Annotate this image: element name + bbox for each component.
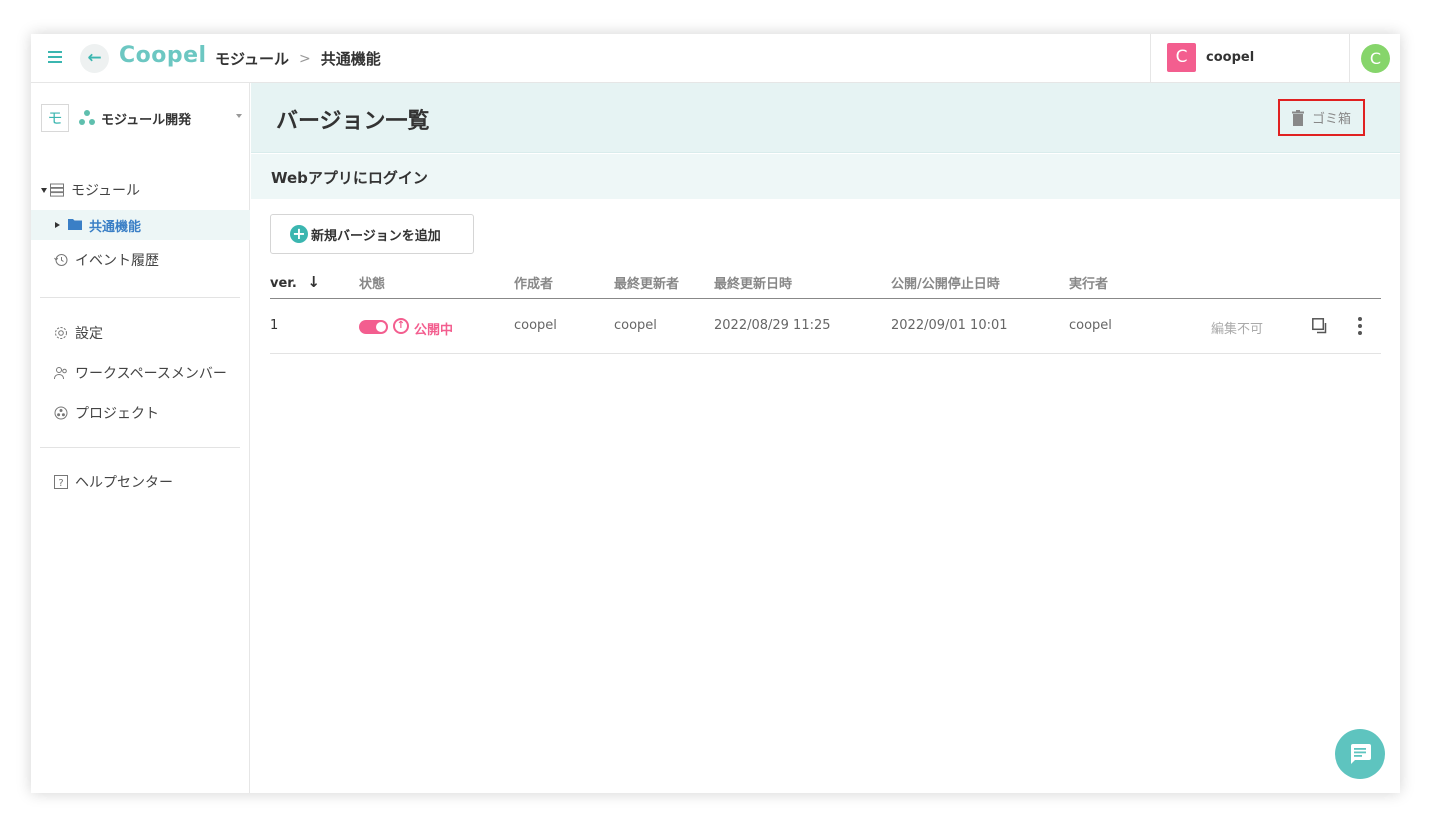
breadcrumb-item-module[interactable]: モジュール — [215, 48, 289, 69]
svg-text:?: ? — [58, 478, 63, 489]
app-window: ← Coopel モジュール > 共通機能 C coopel C モ モジュール… — [31, 34, 1400, 793]
trash-icon — [1291, 109, 1304, 126]
workspace-avatar: C — [1167, 43, 1196, 72]
page-header: バージョン一覧 ゴミ箱 — [251, 83, 1400, 153]
sidebar-item-settings[interactable]: 設定 — [31, 318, 250, 348]
plus-circle-icon: + — [290, 225, 308, 243]
sidebar-item-label: モジュール — [71, 183, 141, 199]
chat-icon — [1351, 744, 1371, 764]
column-header-updater: 最終更新者 — [614, 277, 680, 292]
page-title: バージョン一覧 — [276, 109, 430, 134]
caret-right-icon — [55, 222, 60, 228]
main-content: バージョン一覧 ゴミ箱 Webアプリにログイン + 新規バージョンを追加 ver… — [251, 83, 1400, 793]
status-badge: 公開中 — [414, 323, 454, 338]
breadcrumb-item-current: 共通機能 — [320, 50, 381, 68]
workspace-switcher[interactable]: C coopel — [1150, 34, 1350, 83]
sidebar-divider — [40, 447, 240, 448]
sidebar-item-label: ヘルプセンター — [75, 475, 173, 491]
sidebar-divider — [40, 297, 240, 298]
caret-down-icon — [41, 187, 47, 193]
sidebar-item-label: プロジェクト — [75, 406, 159, 422]
sidebar-item-label: 共通機能 — [89, 219, 142, 235]
back-button[interactable]: ← — [80, 44, 109, 73]
project-cluster-icon — [79, 110, 96, 126]
edit-state-label: 編集不可 — [1211, 322, 1264, 337]
module-header: Webアプリにログイン — [251, 154, 1400, 199]
upload-circle-icon: ↑ — [393, 318, 409, 334]
sort-arrow-down-icon[interactable]: ↓ — [307, 273, 320, 291]
add-version-label: 新規バージョンを追加 — [311, 228, 441, 244]
cell-executor: coopel — [1069, 318, 1112, 333]
cell-ver: 1 — [270, 318, 279, 333]
more-vertical-icon[interactable] — [1358, 317, 1362, 335]
table-header: ver. ↓ 状態 作成者 最終更新者 最終更新日時 公開/公開停止日時 実行者 — [270, 266, 1381, 299]
project-initial-badge: モ — [41, 104, 69, 132]
history-icon — [54, 253, 68, 267]
sidebar-item-help[interactable]: ? ヘルプセンター — [31, 467, 250, 497]
caret-down-icon — [236, 114, 242, 118]
trash-label: ゴミ箱 — [1311, 112, 1351, 127]
user-avatar[interactable]: C — [1361, 44, 1390, 73]
breadcrumb: モジュール > 共通機能 — [215, 48, 381, 69]
folder-icon — [68, 218, 82, 232]
workspace-name: coopel — [1206, 50, 1255, 65]
column-header-executor: 実行者 — [1069, 277, 1109, 292]
cell-updated-at: 2022/08/29 11:25 — [714, 318, 831, 333]
add-version-button[interactable]: + 新規バージョンを追加 — [270, 214, 474, 254]
column-header-creator: 作成者 — [514, 277, 554, 292]
column-header-updated-at: 最終更新日時 — [714, 277, 793, 292]
gear-icon — [54, 326, 68, 340]
top-header: ← Coopel モジュール > 共通機能 C coopel C — [31, 34, 1400, 83]
cell-updater: coopel — [614, 318, 657, 333]
project-name: モジュール開発 — [101, 113, 192, 128]
sidebar-item-members[interactable]: ワークスペースメンバー — [31, 358, 250, 388]
sidebar-item-label: ワークスペースメンバー — [75, 366, 227, 382]
sidebar-item-label: イベント履歴 — [75, 253, 159, 269]
column-header-published-at: 公開/公開停止日時 — [891, 277, 1000, 292]
members-icon — [54, 366, 68, 380]
column-header-status: 状態 — [359, 277, 386, 292]
publish-toggle[interactable] — [359, 320, 388, 334]
sidebar: モ モジュール開発 モジュール 共通機能 イベント履歴 設定 ワークスペースメン… — [31, 83, 250, 793]
chevron-right-icon: > — [298, 50, 311, 67]
sidebar-item-label: 設定 — [75, 326, 103, 342]
chat-button[interactable] — [1335, 729, 1385, 779]
help-icon: ? — [54, 475, 68, 489]
sidebar-item-module[interactable]: モジュール — [31, 175, 250, 205]
sidebar-item-event-history[interactable]: イベント履歴 — [31, 245, 250, 275]
server-icon — [50, 183, 64, 197]
app-logo[interactable]: Coopel — [119, 43, 207, 68]
trash-button[interactable]: ゴミ箱 — [1278, 99, 1365, 136]
sidebar-item-project[interactable]: プロジェクト — [31, 398, 250, 428]
project-icon — [54, 406, 68, 420]
copy-icon[interactable] — [1312, 318, 1328, 334]
column-header-ver[interactable]: ver. ↓ — [270, 273, 320, 291]
menu-icon[interactable] — [48, 51, 62, 63]
table-row[interactable]: 1 ↑ 公開中 coopel coopel 2022/08/29 11:25 2… — [270, 299, 1381, 354]
cell-creator: coopel — [514, 318, 557, 333]
project-selector[interactable]: モ モジュール開発 — [31, 83, 250, 153]
module-title: Webアプリにログイン — [271, 169, 428, 187]
sidebar-item-common[interactable]: 共通機能 — [31, 210, 250, 240]
cell-published-at: 2022/09/01 10:01 — [891, 318, 1008, 333]
